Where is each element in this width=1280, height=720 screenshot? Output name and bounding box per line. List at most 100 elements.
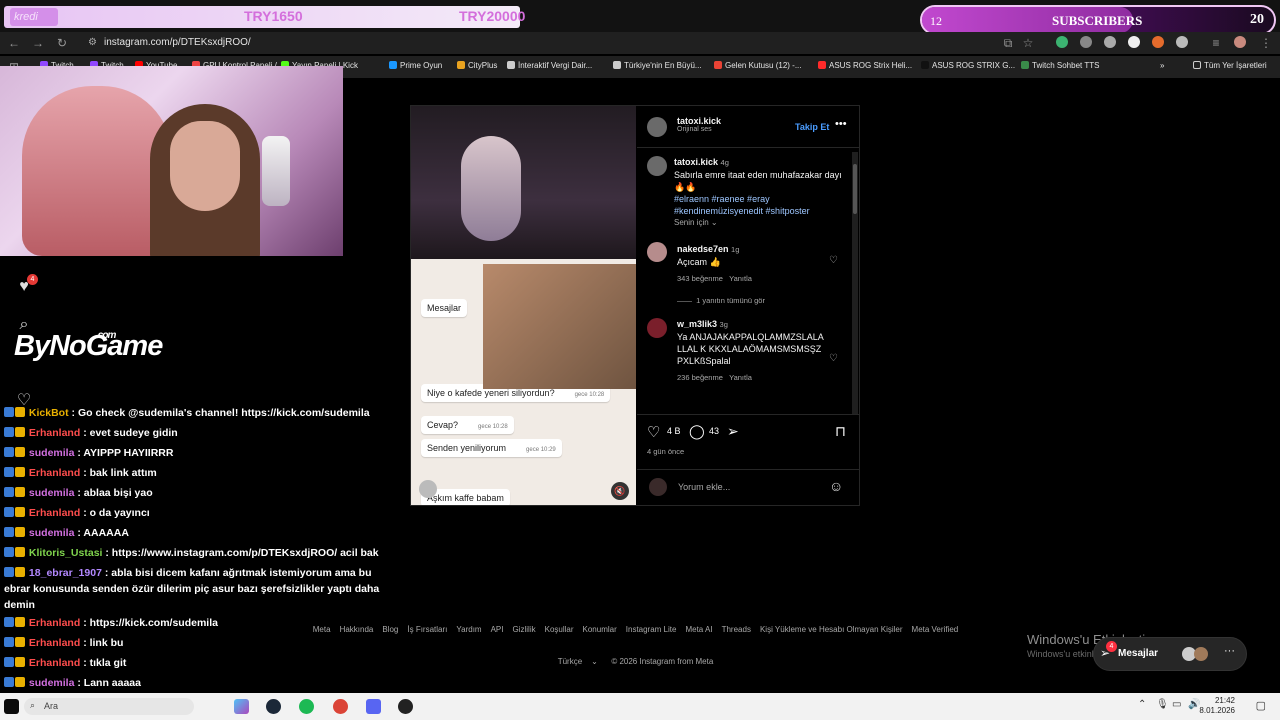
- profile-avatar-icon[interactable]: [1234, 36, 1246, 48]
- footer-link[interactable]: Koşullar: [545, 625, 574, 634]
- discord-icon[interactable]: [366, 699, 381, 714]
- bookmark-item[interactable]: ASUS ROG STRIX G...: [921, 61, 1015, 70]
- footer-link[interactable]: Meta Verified: [912, 625, 959, 634]
- caption-hashtags[interactable]: #elraenn #raenee #eray #kendinemüzisyene…: [674, 193, 844, 217]
- menu-dots-icon[interactable]: ⋮: [1258, 35, 1274, 51]
- bookmark-item[interactable]: İnteraktif Vergi Dair...: [507, 61, 592, 70]
- comment-username[interactable]: nakedse7en: [677, 244, 729, 254]
- more-bookmarks-chevron-icon[interactable]: »: [1160, 61, 1164, 70]
- chrome-icon[interactable]: [333, 699, 348, 714]
- emoji-icon[interactable]: ☺: [829, 478, 843, 494]
- audio-label[interactable]: Orijinal ses: [677, 126, 721, 133]
- notification-icon[interactable]: ▢: [1256, 699, 1266, 712]
- more-options-icon[interactable]: ···: [1224, 645, 1235, 657]
- bookmark-item[interactable]: Prime Oyun: [389, 61, 442, 70]
- chat-username[interactable]: Erhanland: [29, 427, 80, 439]
- chat-username[interactable]: sudemila: [29, 677, 75, 689]
- bookmark-star-icon[interactable]: ☆: [1020, 35, 1036, 51]
- extension-orange-icon[interactable]: [1152, 36, 1164, 48]
- bookmark-item[interactable]: CityPlus: [457, 61, 497, 70]
- chat-username[interactable]: sudemila: [29, 487, 75, 499]
- comment-likes[interactable]: 236 beğenme: [677, 373, 723, 382]
- reel-video[interactable]: Mesajlar Niye o kafede yeneri siliyordun?…: [411, 106, 636, 505]
- clock[interactable]: 21:42 8.01.2026: [1199, 696, 1235, 716]
- language-selector[interactable]: Türkçe: [558, 657, 582, 666]
- author-avatar[interactable]: [647, 117, 667, 137]
- tray-chevron-icon[interactable]: ⌃: [1138, 699, 1146, 710]
- comment-bubble-icon[interactable]: ◯: [689, 423, 705, 440]
- messages-pill[interactable]: ➢ 4 Mesajlar ···: [1093, 637, 1247, 671]
- footer-link[interactable]: Meta: [313, 625, 331, 634]
- reply-button[interactable]: Yanıtla: [729, 373, 752, 382]
- author-username[interactable]: tatoxi.kick: [677, 116, 721, 126]
- comment-username[interactable]: w_m3lik3: [677, 319, 717, 329]
- save-bookmark-icon[interactable]: ⊓: [835, 423, 846, 440]
- copilot-icon[interactable]: [234, 699, 249, 714]
- footer-link[interactable]: Gizlilik: [513, 625, 536, 634]
- reply-button[interactable]: Yanıtla: [729, 274, 752, 283]
- comment-input[interactable]: Yorum ekle...: [678, 482, 730, 492]
- chat-username[interactable]: 18_ebrar_1907: [29, 567, 102, 579]
- install-icon[interactable]: ⧉: [1000, 35, 1016, 51]
- footer-link[interactable]: Yardım: [456, 625, 481, 634]
- extensions-puzzle-icon[interactable]: [1176, 36, 1188, 48]
- back-arrow-icon[interactable]: ←: [6, 35, 22, 51]
- footer-link[interactable]: API: [491, 625, 504, 634]
- like-comment-heart-icon[interactable]: ♡: [829, 255, 838, 266]
- bookmark-label: İnteraktif Vergi Dair...: [518, 61, 593, 70]
- footer-link[interactable]: Meta AI: [685, 625, 712, 634]
- extension-icon[interactable]: [1080, 36, 1092, 48]
- footer-link[interactable]: Hakkında: [340, 625, 374, 634]
- tab-search-icon[interactable]: ≡: [1208, 35, 1224, 51]
- extension-diamond-icon[interactable]: [1128, 36, 1140, 48]
- chat-username[interactable]: Erhanland: [29, 637, 80, 649]
- mic-icon[interactable]: 🎙: [1156, 699, 1169, 710]
- chat-username[interactable]: sudemila: [29, 447, 75, 459]
- bookmark-item[interactable]: ASUS ROG Strix Heli...: [818, 61, 912, 70]
- comment-avatar[interactable]: [647, 318, 667, 338]
- footer-link[interactable]: Blog: [382, 625, 398, 634]
- extension-globe-icon[interactable]: [1104, 36, 1116, 48]
- address-bar[interactable]: ⚙ instagram.com/p/DTEKsxdjROO/: [84, 34, 1024, 52]
- network-icon[interactable]: ▭: [1172, 699, 1181, 710]
- like-heart-icon[interactable]: ♡: [647, 423, 660, 441]
- more-options-icon[interactable]: •••: [835, 118, 847, 130]
- chat-username[interactable]: Erhanland: [29, 467, 80, 479]
- footer-link[interactable]: Threads: [722, 625, 751, 634]
- footer-link[interactable]: İş Fırsatları: [407, 625, 447, 634]
- reload-icon[interactable]: ↻: [54, 35, 70, 51]
- like-count[interactable]: 4 B: [667, 426, 681, 436]
- site-info-icon[interactable]: ⚙: [88, 37, 97, 48]
- bookmark-item[interactable]: Gelen Kutusu (12) -...: [714, 61, 801, 70]
- chat-username[interactable]: Klitoris_Ustasi: [29, 547, 103, 559]
- extension-shield-icon[interactable]: [1056, 36, 1068, 48]
- chat-username[interactable]: sudemila: [29, 527, 75, 539]
- spotify-icon[interactable]: [299, 699, 314, 714]
- start-icon[interactable]: [4, 699, 19, 714]
- all-bookmarks[interactable]: Tüm Yer İşaretleri: [1193, 61, 1267, 70]
- follow-button[interactable]: Takip Et: [795, 122, 829, 132]
- chat-username[interactable]: Erhanland: [29, 507, 80, 519]
- footer-link[interactable]: Instagram Lite: [626, 625, 677, 634]
- share-paper-plane-icon[interactable]: ➢: [727, 423, 739, 440]
- footer-link[interactable]: Kişi Yükleme ve Hesabı Olmayan Kişiler: [760, 625, 903, 634]
- caption-avatar[interactable]: [647, 156, 667, 176]
- like-comment-heart-icon[interactable]: ♡: [829, 353, 838, 364]
- taskbar-search[interactable]: ⌕ Ara: [24, 698, 194, 715]
- steam-icon[interactable]: [266, 699, 281, 714]
- chat-username[interactable]: Erhanland: [29, 657, 80, 669]
- see-replies[interactable]: —— 1 yanıtın tümünü gör: [677, 296, 765, 305]
- bookmark-item[interactable]: Twitch Sohbet TTS: [1021, 61, 1099, 70]
- caption-username[interactable]: tatoxi.kick: [674, 157, 718, 167]
- chat-username[interactable]: Erhanland: [29, 617, 80, 629]
- forward-arrow-icon[interactable]: →: [30, 35, 46, 51]
- mute-speaker-icon[interactable]: 🔇: [611, 482, 629, 500]
- comments-scrollbar[interactable]: [852, 152, 858, 414]
- obs-icon[interactable]: [398, 699, 413, 714]
- comment-likes[interactable]: 343 beğenme: [677, 274, 723, 283]
- for-you-dropdown[interactable]: Senin için ⌄: [674, 218, 718, 227]
- comment-avatar[interactable]: [647, 242, 667, 262]
- chat-username[interactable]: KickBot: [29, 407, 69, 419]
- bookmark-item[interactable]: Türkiye'nin En Büyü...: [613, 61, 702, 70]
- footer-link[interactable]: Konumlar: [583, 625, 617, 634]
